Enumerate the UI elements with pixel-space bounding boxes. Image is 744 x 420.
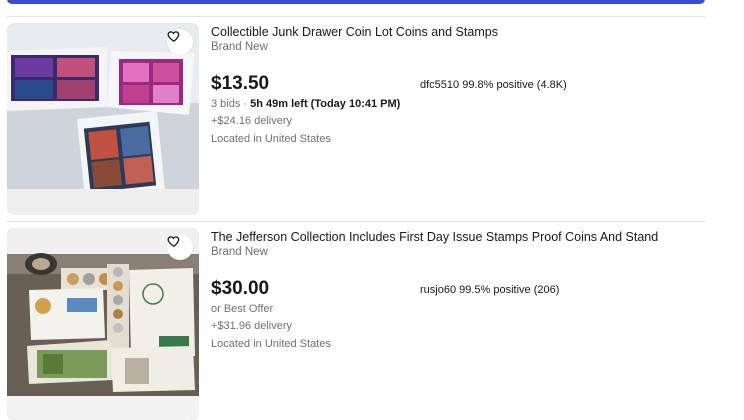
best-offer: or Best Offer xyxy=(211,303,274,315)
listing-card[interactable]: The Jefferson Collection Includes First … xyxy=(7,228,705,420)
listing-price: $30.00 xyxy=(211,278,270,299)
item-location: Located in United States xyxy=(211,338,331,350)
time-left: 5h 49m left (Today 10:41 PM) xyxy=(250,98,401,110)
heart-icon xyxy=(167,236,180,248)
delivery-cost: +$31.96 delivery xyxy=(211,320,293,332)
bid-info: 3 bids · 5h 49m left (Today 10:41 PM) xyxy=(211,98,401,110)
coin-collection-photo xyxy=(7,228,199,420)
seller-info: rusjo60 99.5% positive (206) xyxy=(420,284,560,296)
top-action-bar[interactable] xyxy=(7,0,705,4)
delivery-cost: +$24.16 delivery xyxy=(211,115,293,127)
listing-condition: Brand New xyxy=(211,246,268,258)
listing-price: $13.50 xyxy=(211,73,270,94)
item-location: Located in United States xyxy=(211,133,331,145)
divider xyxy=(7,221,705,222)
watch-heart-button[interactable] xyxy=(167,234,193,260)
listing-condition: Brand New xyxy=(211,41,268,53)
watch-heart-button[interactable] xyxy=(167,29,193,55)
listing-title[interactable]: Collectible Junk Drawer Coin Lot Coins a… xyxy=(211,25,498,39)
listing-image[interactable] xyxy=(7,23,199,215)
listing-image[interactable] xyxy=(7,228,199,420)
listing-card[interactable]: Collectible Junk Drawer Coin Lot Coins a… xyxy=(7,23,705,215)
seller-info: dfc5510 99.8% positive (4.8K) xyxy=(420,79,567,91)
heart-icon xyxy=(167,31,180,43)
listing-title[interactable]: The Jefferson Collection Includes First … xyxy=(211,230,658,244)
stamp-sheets-photo xyxy=(7,23,199,215)
bid-count: 3 bids xyxy=(211,98,241,110)
divider xyxy=(7,16,705,17)
